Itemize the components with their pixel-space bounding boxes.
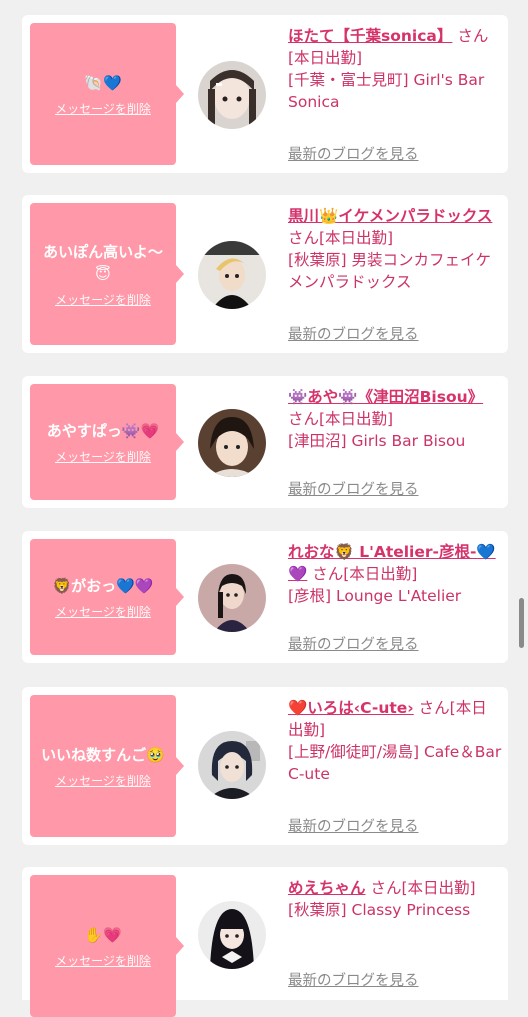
status-text: さん[本日出勤] <box>312 565 418 583</box>
latest-blog-link[interactable]: 最新のブログを見る <box>288 969 419 990</box>
message-bubble: 🦁がおっ💙💜 メッセージを削除 <box>30 539 184 655</box>
latest-blog-link[interactable]: 最新のブログを見る <box>288 323 419 344</box>
message-text: 🐚💙 <box>84 73 122 92</box>
store-text: [津田沼] Girls Bar Bisou <box>288 432 466 450</box>
avatar[interactable] <box>198 731 266 799</box>
cast-name-link[interactable]: ❤️いろは‹C-ute› <box>288 699 414 717</box>
cast-card: ✋💗 メッセージを削除 めえちゃん さん[本日出勤] [秋葉原] Classy … <box>22 867 508 1017</box>
delete-message-link[interactable]: メッセージを削除 <box>55 448 151 465</box>
cast-info: 👾あや👾《津田沼Bisou》 さん[本日出勤] [津田沼] Girls Bar … <box>288 386 502 452</box>
latest-blog-link[interactable]: 最新のブログを見る <box>288 633 419 654</box>
cast-info: めえちゃん さん[本日出勤] [秋葉原] Classy Princess <box>288 877 502 921</box>
delete-message-link[interactable]: メッセージを削除 <box>55 772 151 789</box>
cast-name-link[interactable]: ほたて【千葉sonica】 <box>288 27 452 45</box>
store-text: [彦根] Lounge L'Atelier <box>288 587 462 605</box>
avatar[interactable] <box>198 241 266 309</box>
message-text: あいぽん高いよ〜😇 <box>43 242 163 283</box>
store-text: [上野/御徒町/湯島] Cafe＆Bar C-ute <box>288 743 502 783</box>
scrollbar-thumb[interactable] <box>519 598 524 648</box>
cast-info: ❤️いろは‹C-ute› さん[本日出勤] [上野/御徒町/湯島] Cafe＆B… <box>288 697 502 785</box>
status-text: さん[本日出勤] <box>288 410 394 428</box>
cast-name-link[interactable]: 黒川👑イケメンパラドックス <box>288 207 492 225</box>
cast-info: ほたて【千葉sonica】 さん[本日出勤] [千葉・富士見町] Girl's … <box>288 25 502 113</box>
message-bubble: いいね数すんご🥹 メッセージを削除 <box>30 695 184 837</box>
cast-name-link[interactable]: 👾あや👾《津田沼Bisou》 <box>288 388 483 406</box>
cast-card: あいぽん高いよ〜😇 メッセージを削除 黒川👑イケメンパラドックス さん[本日出勤… <box>22 195 508 353</box>
delete-message-link[interactable]: メッセージを削除 <box>55 952 151 969</box>
delete-message-link[interactable]: メッセージを削除 <box>55 603 151 620</box>
delete-message-link[interactable]: メッセージを削除 <box>55 100 151 117</box>
cast-info: 黒川👑イケメンパラドックス さん[本日出勤] [秋葉原] 男装コンカフェイケメン… <box>288 205 502 293</box>
cast-card: 🦁がおっ💙💜 メッセージを削除 れおな🦁 L'Atelier-彦根-💙💜 さん[… <box>22 531 508 663</box>
latest-blog-link[interactable]: 最新のブログを見る <box>288 815 419 836</box>
avatar[interactable] <box>198 901 266 969</box>
message-text: あやすぱっ👾💗 <box>46 421 160 440</box>
latest-blog-link[interactable]: 最新のブログを見る <box>288 143 419 164</box>
status-text: さん[本日出勤] <box>288 229 394 247</box>
avatar[interactable] <box>198 61 266 129</box>
cast-card: 🐚💙 メッセージを削除 ほたて【千葉sonica】 さん[本日出勤] [千葉・富… <box>22 15 508 173</box>
message-text: いいね数すんご🥹 <box>41 745 165 764</box>
message-bubble: あやすぱっ👾💗 メッセージを削除 <box>30 384 184 500</box>
avatar[interactable] <box>198 409 266 477</box>
cast-card: あやすぱっ👾💗 メッセージを削除 👾あや👾《津田沼Bisou》 さん[本日出勤]… <box>22 376 508 508</box>
message-text: 🦁がおっ💙💜 <box>52 576 154 595</box>
cast-card: いいね数すんご🥹 メッセージを削除 ❤️いろは‹C-ute› さん[本日出勤] … <box>22 687 508 845</box>
latest-blog-link[interactable]: 最新のブログを見る <box>288 478 419 499</box>
message-bubble: あいぽん高いよ〜😇 メッセージを削除 <box>30 203 184 345</box>
message-bubble: ✋💗 メッセージを削除 <box>30 875 184 1017</box>
message-bubble: 🐚💙 メッセージを削除 <box>30 23 184 165</box>
message-text: ✋💗 <box>84 925 122 944</box>
store-text: [千葉・富士見町] Girl's Bar Sonica <box>288 71 485 111</box>
avatar[interactable] <box>198 564 266 632</box>
cast-info: れおな🦁 L'Atelier-彦根-💙💜 さん[本日出勤] [彦根] Loung… <box>288 541 502 607</box>
delete-message-link[interactable]: メッセージを削除 <box>55 291 151 308</box>
status-text: さん[本日出勤] <box>370 879 476 897</box>
store-text: [秋葉原] 男装コンカフェイケメンパラドックス <box>288 251 492 291</box>
store-text: [秋葉原] Classy Princess <box>288 901 471 919</box>
cast-name-link[interactable]: めえちゃん <box>288 879 366 897</box>
